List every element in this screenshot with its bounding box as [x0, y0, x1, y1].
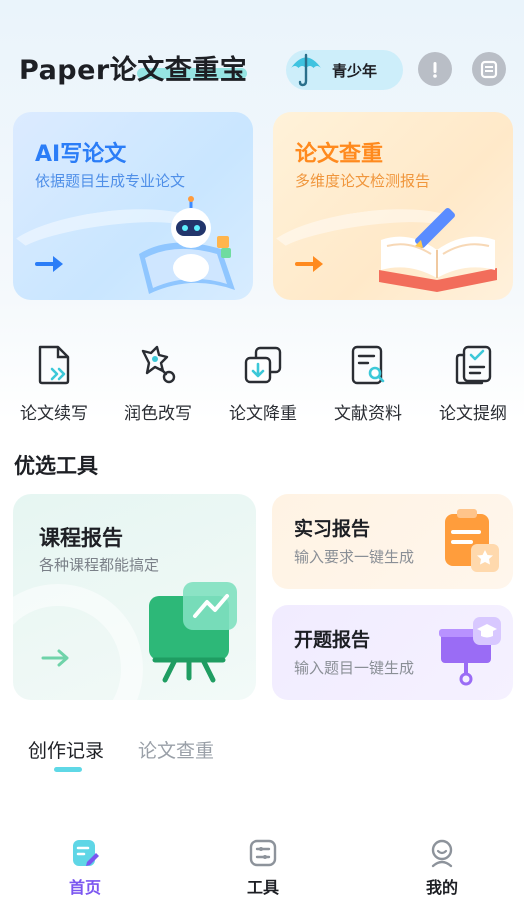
card-decoration — [13, 584, 143, 700]
ai-write-title: AI写论文 — [35, 142, 127, 167]
proposal-report-card[interactable]: 开题报告 输入题目一键生成 — [272, 605, 513, 700]
internship-report-card[interactable]: 实习报告 输入要求一键生成 — [272, 494, 513, 589]
tool-label: 润色改写 — [124, 404, 192, 424]
toolbox-icon — [248, 838, 278, 868]
tool-label: 文献资料 — [334, 404, 402, 424]
umbrella-icon — [286, 50, 326, 90]
nav-label: 我的 — [425, 878, 458, 897]
robot-illustration — [131, 194, 249, 300]
proposal-report-subtitle: 输入题目一键生成 — [294, 659, 415, 677]
ai-write-card[interactable]: AI写论文 依据题目生成专业论文 — [13, 112, 253, 300]
copy-down-icon — [241, 343, 285, 387]
nav-home[interactable]: 首页 — [45, 838, 125, 898]
nav-tools[interactable]: 工具 — [223, 838, 303, 898]
list-icon[interactable] — [472, 52, 506, 86]
graduation-board-icon — [437, 615, 503, 691]
magic-wand-icon — [136, 343, 180, 387]
profile-icon — [427, 838, 457, 868]
arrow-right-icon — [35, 252, 65, 280]
course-report-subtitle: 各种课程都能搞定 — [39, 556, 160, 574]
tab-plagiarism-records[interactable]: 论文查重 — [138, 736, 214, 763]
open-book-illustration — [373, 200, 503, 296]
course-report-card[interactable]: 课程报告 各种课程都能搞定 — [13, 494, 256, 700]
document-continue-icon — [32, 343, 76, 387]
proposal-report-title: 开题报告 — [294, 629, 371, 651]
tab-creation-records[interactable]: 创作记录 — [28, 736, 104, 763]
arrow-right-icon — [41, 648, 71, 672]
nav-label: 首页 — [68, 878, 101, 897]
outline-icon — [451, 343, 495, 387]
home-doc-icon — [70, 838, 100, 868]
nav-profile[interactable]: 我的 — [402, 838, 482, 898]
plagiarism-check-subtitle: 多维度论文检测报告 — [295, 172, 431, 190]
tool-label: 论文提纲 — [439, 404, 507, 424]
document-search-icon — [346, 343, 390, 387]
tool-reduce-duplication[interactable]: 论文降重 — [218, 343, 308, 424]
internship-report-title: 实习报告 — [294, 518, 371, 540]
section-title-preferred: 优选工具 — [14, 454, 98, 478]
app-title: Paper论文查重宝 — [19, 55, 248, 86]
tool-label: 论文降重 — [229, 404, 297, 424]
course-report-title: 课程报告 — [39, 526, 123, 550]
presentation-board-illustration — [145, 580, 243, 688]
clipboard-star-icon — [441, 506, 501, 578]
arrow-right-icon — [295, 252, 325, 280]
plagiarism-check-title: 论文查重 — [295, 142, 384, 167]
teen-mode-label: 青少年 — [332, 61, 378, 80]
internship-report-subtitle: 输入要求一键生成 — [294, 548, 415, 566]
nav-label: 工具 — [246, 878, 279, 897]
alert-icon[interactable] — [418, 52, 452, 86]
tool-outline[interactable]: 论文提纲 — [428, 343, 518, 424]
active-tab-indicator — [54, 767, 82, 772]
ai-write-subtitle: 依据题目生成专业论文 — [35, 172, 186, 190]
teen-mode-button[interactable]: 青少年 — [286, 50, 403, 90]
plagiarism-check-card[interactable]: 论文查重 多维度论文检测报告 — [273, 112, 513, 300]
tool-label: 论文续写 — [20, 404, 88, 424]
tool-continue-writing[interactable]: 论文续写 — [9, 343, 99, 424]
tool-polish-rewrite[interactable]: 润色改写 — [113, 343, 203, 424]
tool-literature[interactable]: 文献资料 — [323, 343, 413, 424]
